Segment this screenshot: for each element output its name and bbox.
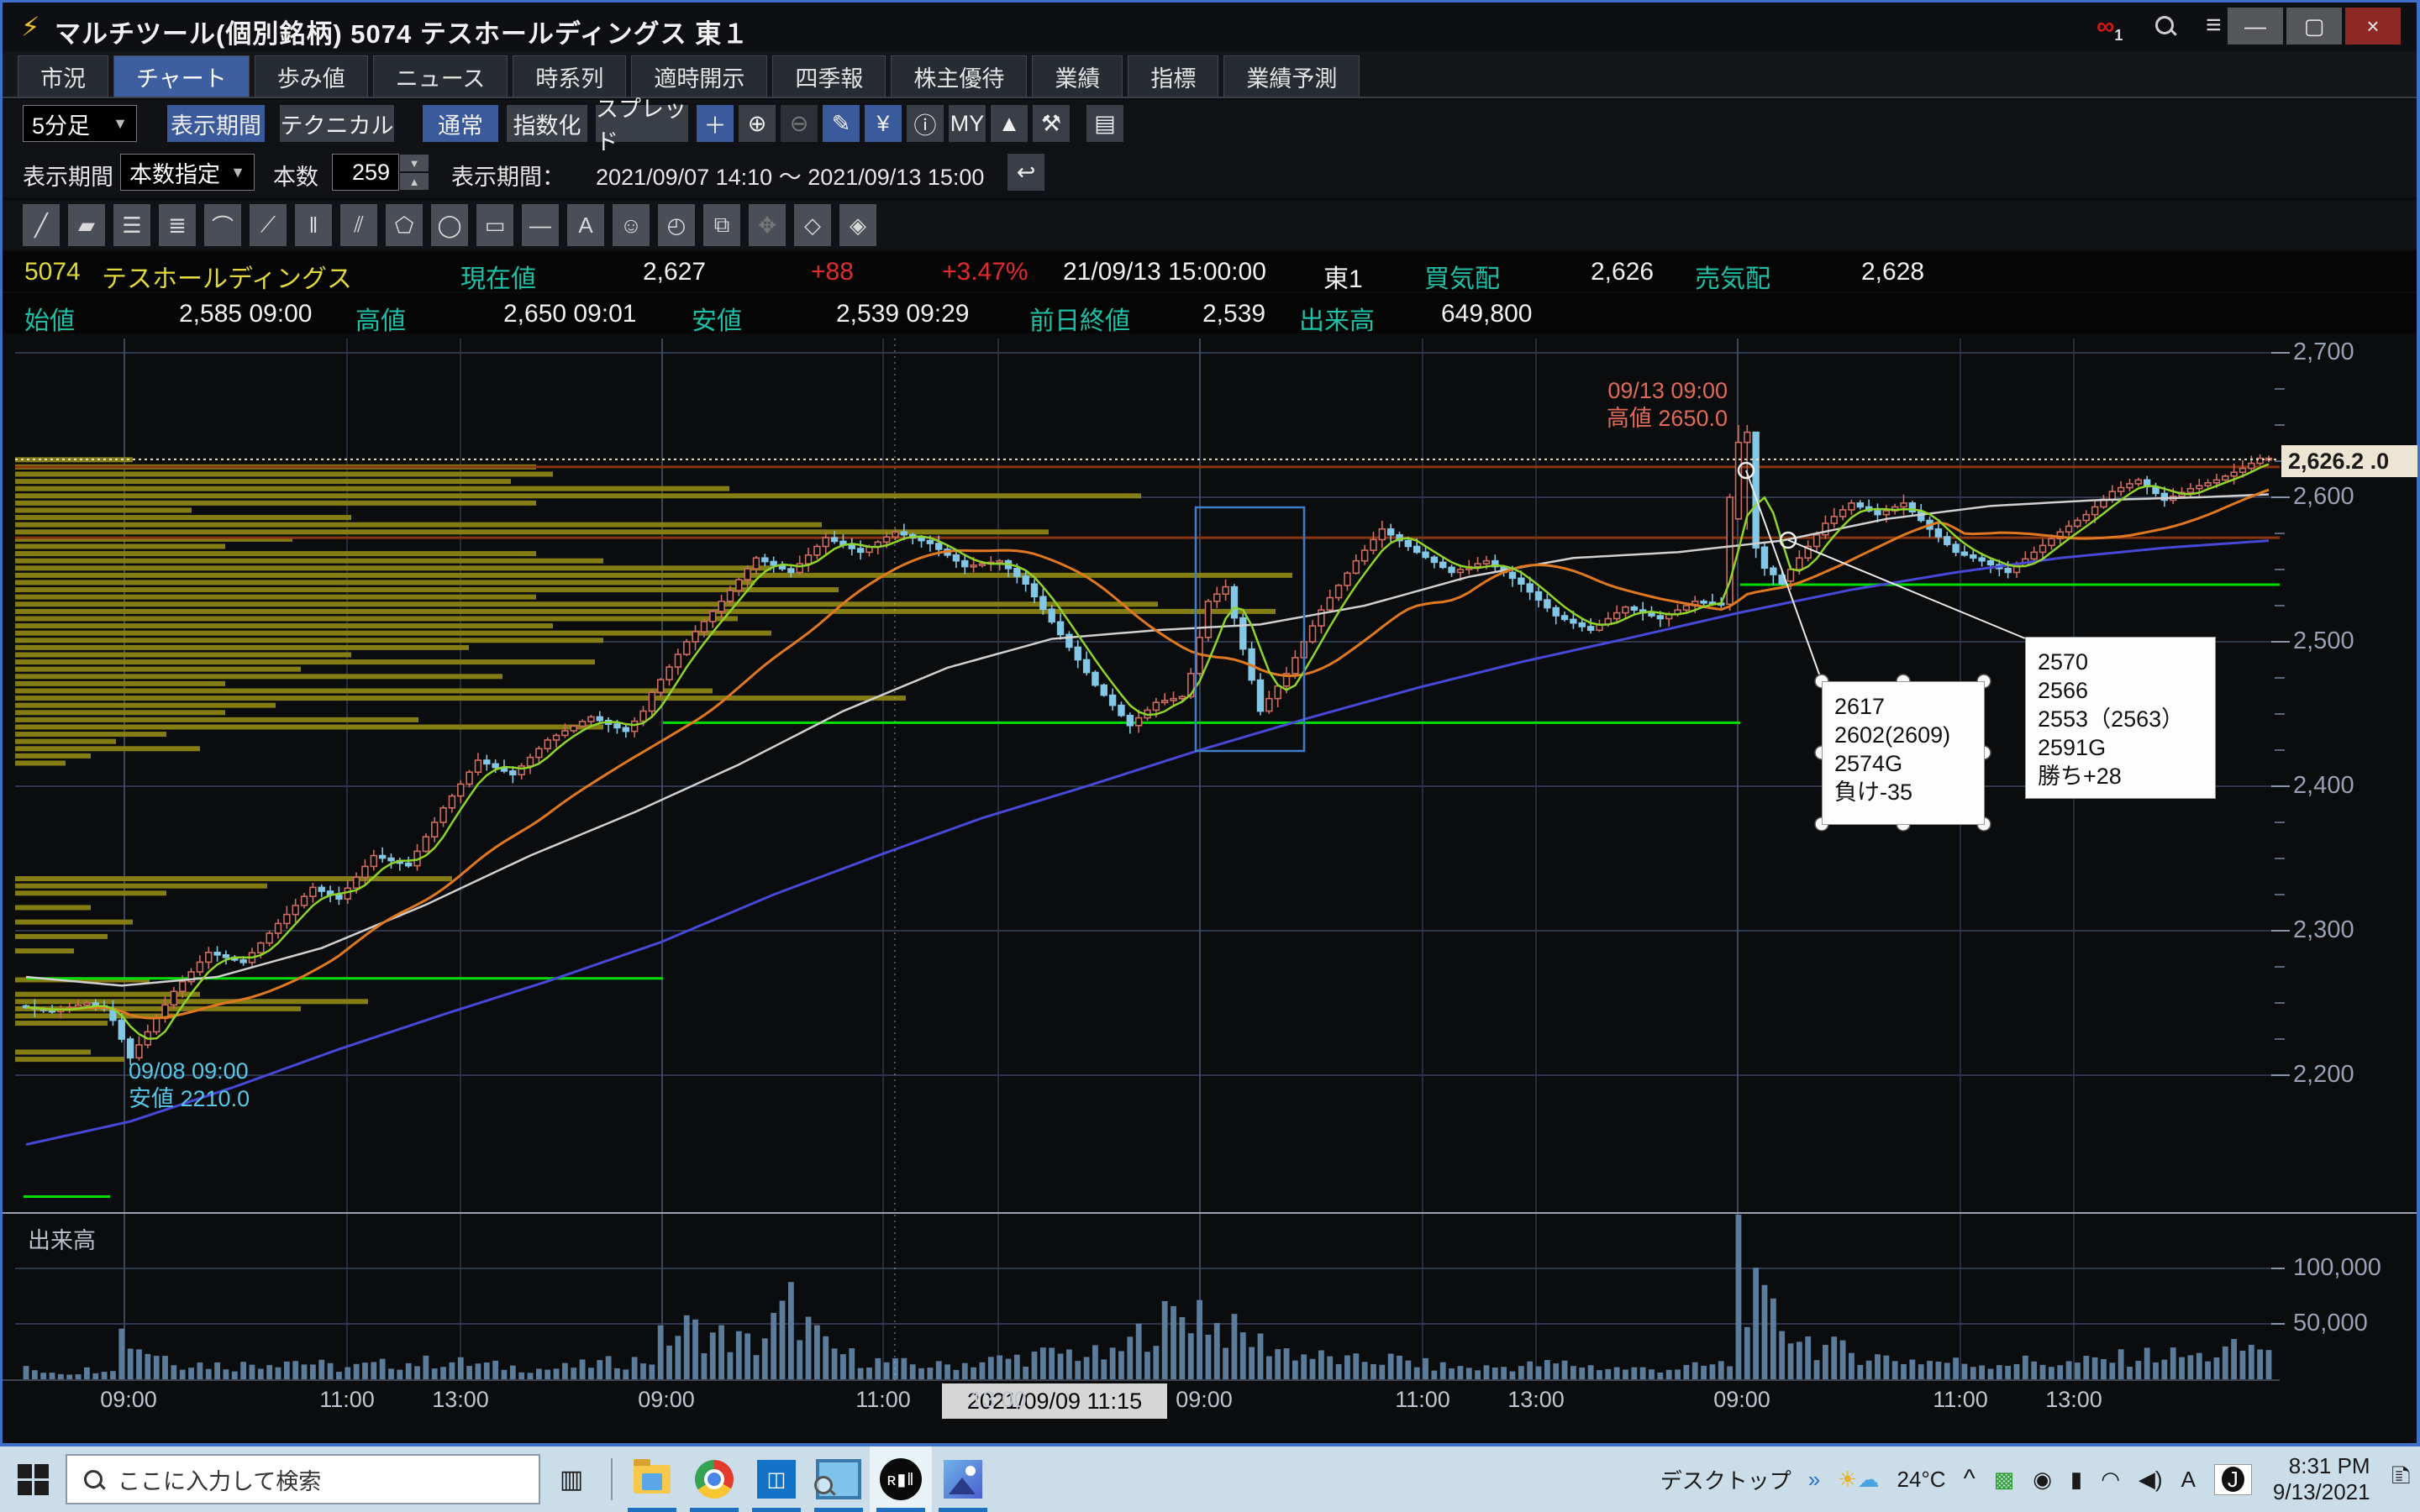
time-axis-label: 13:00 [432,1387,489,1413]
screen-search-app-icon[interactable] [808,1446,870,1512]
price-axis-label: 2,200 [2293,1061,2354,1089]
app-window: ⚡ マルチツール(個別銘柄) 5074 テスホールディングス 東１ ∞1 ≡ —… [0,0,2420,1446]
current-price-tag: 2,626.2 .0 [2281,445,2417,477]
time-axis-label: 09:00 [100,1387,157,1413]
weather-temp[interactable]: 24°C [1897,1467,1945,1493]
price-axis-label: 2,500 [2293,627,2354,655]
note-box-2[interactable]: 2570 2566 2553（2563） 2591G 勝ち+28 [2025,637,2216,799]
time-axis-label: 11:00 [319,1387,375,1413]
desktop-toolbar-label[interactable]: デスクトップ [1660,1464,1791,1495]
tray-icons: ▩ ◉ ▮ ◠ ◀) A [1985,1467,2205,1493]
search-icon [82,1468,104,1490]
taskbar-separator [611,1458,613,1500]
battery-tray-icon[interactable]: ▮ [2070,1467,2082,1493]
mail-app-icon[interactable]: ◫ [745,1446,808,1512]
speaker-tray-icon[interactable]: ◀) [2139,1467,2163,1493]
taskbar-clock[interactable]: 8:31 PM 9/13/2021 [2273,1453,2370,1505]
ime-mode-tray-icon[interactable]: A [2181,1467,2196,1493]
time-axis-label: 13:00 [970,1387,1027,1413]
time-axis-label: 11:00 [1395,1387,1450,1413]
price-axis-label: 2,300 [2293,916,2354,944]
high-annotation: 09/13 09:00 高値 2650.0 [1607,377,1728,433]
camera-tray-icon[interactable]: ◉ [2033,1467,2052,1493]
trading-app-icon[interactable]: ʀ▮‖ [870,1446,932,1512]
time-axis-label: 11:00 [855,1387,911,1413]
time-axis-label: 13:00 [1507,1387,1565,1413]
time-axis-label: 09:00 [1713,1387,1770,1413]
weather-icon[interactable]: ☀☁ [1838,1467,1879,1493]
stock-tray-icon[interactable]: ▩ [1994,1467,2015,1493]
clock-time: 8:31 PM [2273,1453,2370,1479]
volume-pane-label: 出来高 [28,1222,96,1255]
wifi-tray-icon[interactable]: ◠ [2101,1467,2120,1493]
time-axis-label: 13:00 [2045,1387,2102,1413]
price-axis-label: 2,600 [2293,483,2354,511]
price-axis-label: 2,400 [2293,772,2354,800]
clock-date: 9/13/2021 [2273,1479,2370,1505]
start-button[interactable] [0,1446,66,1512]
search-placeholder: ここに入力して検索 [118,1463,321,1496]
chevrons[interactable]: » [1808,1467,1820,1493]
volume-axis-label: 50,000 [2293,1310,2368,1337]
price-axis-label: 2,700 [2293,339,2354,366]
action-center-icon[interactable]: 🗈 [2391,1457,2411,1502]
time-axis-label: 11:00 [1933,1387,1988,1413]
time-axis-label: 09:00 [1176,1387,1233,1413]
volume-axis-label: 100,000 [2293,1254,2381,1282]
hidden-icons-chevron[interactable]: ^ [1964,1465,1975,1494]
chrome-icon[interactable] [683,1446,745,1512]
taskbar-search-input[interactable]: ここに入力して検索 [66,1454,540,1504]
task-view-button[interactable]: ▥ [540,1446,602,1512]
file-explorer-icon[interactable] [621,1446,683,1512]
ime-j-icon[interactable]: J [2214,1464,2252,1495]
time-axis-label: 09:00 [638,1387,695,1413]
photos-app-icon[interactable] [932,1446,994,1512]
windows-taskbar: ここに入力して検索 ▥ ◫ ʀ▮‖ デスクトップ » ☀☁ 24°C ^ ▩ ◉ ▮… [0,1446,2420,1512]
note-box-1[interactable]: 2617 2602(2609) 2574G 負け-35 [1822,681,1985,825]
low-annotation: 09/08 09:00 安値 2210.0 [129,1058,250,1113]
system-tray: デスクトップ » ☀☁ 24°C ^ ▩ ◉ ▮ ◠ ◀) A J 8:31 PM 9/1… [1652,1446,2420,1512]
